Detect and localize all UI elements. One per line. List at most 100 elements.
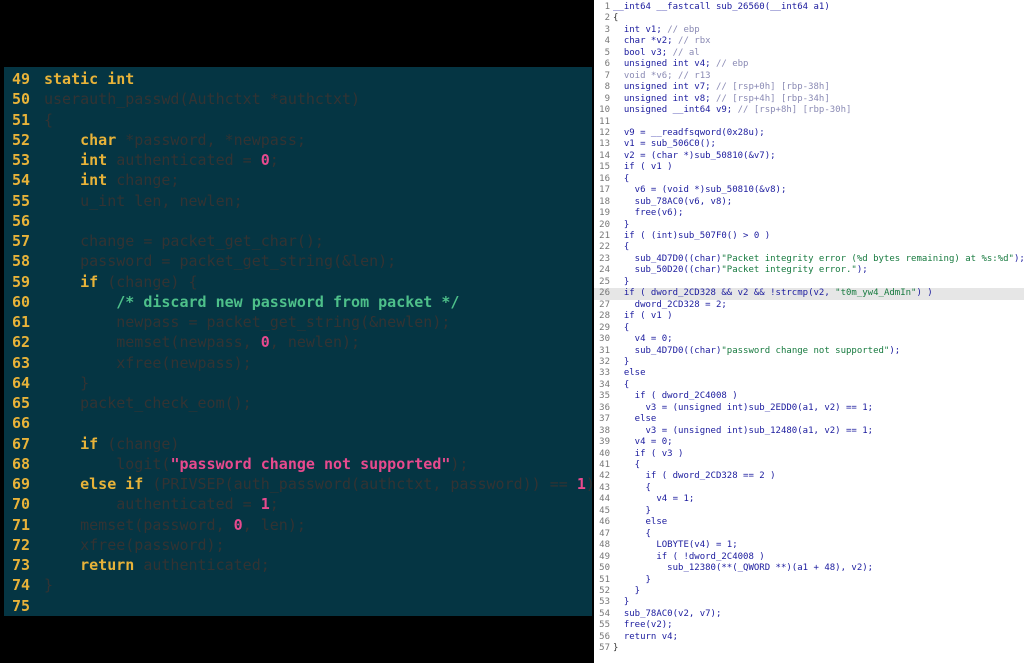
code-token: 1: [576, 475, 586, 493]
code-token: );: [889, 345, 901, 356]
code-line: 30 v4 = 0;: [594, 334, 1024, 345]
code-token: }: [613, 505, 651, 516]
code-token: // [rsp+8h] [rbp-30h]: [737, 105, 852, 116]
line-number: 21: [599, 231, 610, 241]
code-token: // ebp: [667, 24, 700, 35]
code-token: }: [613, 574, 651, 585]
code-line: 52 char *password, *newpass;: [12, 130, 306, 150]
code-line: 14 v2 = (char *)sub_50810(&v7);: [594, 151, 1024, 162]
code-token: // rbx: [678, 36, 711, 47]
line-number: 11: [599, 116, 610, 127]
code-line: 61 newpass = packet_get_string(&newlen);: [12, 312, 450, 332]
code-line: 21 if ( (int)sub_507F0() > 0 ): [594, 231, 1024, 242]
code-line: 46 else: [594, 517, 1024, 528]
line-number: 47: [599, 528, 610, 539]
line-number: 4: [604, 36, 610, 47]
code-line: 55 free(v2);: [594, 620, 1024, 631]
code-token: newpass = packet_get_string(&newlen);: [44, 313, 451, 331]
code-line: 24 sub_50D20((char)"Packet integrity err…: [594, 265, 1024, 276]
code-line: 49 if ( !dword_2C4008 ): [594, 552, 1024, 563]
line-number: 63: [12, 353, 31, 372]
line-number: 22: [599, 242, 610, 253]
code-line: 69 else if (PRIVSEP(auth_password(authct…: [12, 474, 592, 494]
code-token: {: [613, 13, 619, 24]
code-token: v6 = (void *)sub_50810(&v8);: [613, 185, 787, 196]
line-number: 56: [599, 631, 610, 642]
code-token: (change) {: [98, 272, 198, 291]
line-number: 12: [599, 127, 610, 138]
code-line: 72 xfree(password);: [12, 535, 225, 555]
code-line: 11: [594, 117, 1024, 128]
code-token: sub_12380(**(_QWORD **)(a1 + 48), v2);: [613, 563, 874, 574]
code-token: free(v6);: [613, 208, 684, 219]
code-token: (change): [98, 434, 180, 453]
line-number: 54: [12, 171, 31, 190]
code-line: 25 }: [594, 277, 1024, 288]
code-token: // ebp: [715, 59, 749, 70]
code-token: if: [80, 272, 99, 291]
code-line: 73 return authenticated;: [12, 555, 270, 575]
code-token: logit(: [44, 454, 171, 473]
code-line: 48 LOBYTE(v4) = 1;: [594, 540, 1024, 551]
code-token: sub_4D7D0((char): [613, 345, 722, 356]
code-token: v9 = __readfsqword(0x28u);: [613, 127, 765, 138]
code-line: 35 if ( dword_2C4008 ): [594, 391, 1024, 402]
code-line: 19 free(v6);: [594, 208, 1024, 219]
line-number: 62: [12, 333, 31, 352]
code-token: }: [44, 373, 90, 392]
code-token: , newlen);: [269, 333, 361, 352]
code-token: authenticated =: [107, 151, 261, 169]
code-line: 54 sub_78AC0(v2, v7);: [594, 609, 1024, 620]
source-code-panel: 49 static int 50 userauth_passwd(Authctxt *…: [4, 67, 592, 616]
code-line: 6 unsigned int v4; // ebp: [594, 59, 1024, 70]
line-number: 26: [599, 288, 610, 299]
code-line: 54 int change;: [12, 170, 179, 190]
code-token: // al: [672, 47, 700, 58]
code-token: int: [80, 151, 108, 169]
line-number: 17: [599, 185, 610, 196]
line-number: 6: [604, 59, 610, 70]
line-number: 32: [599, 356, 610, 367]
code-token: ): [586, 475, 592, 493]
line-number: 41: [599, 460, 610, 470]
code-token: "Packet integrity error.": [721, 265, 857, 276]
code-line: 60 /* discard new password from packet *…: [12, 292, 459, 312]
code-token: if ( dword_2CD328 == 2 ): [613, 471, 776, 482]
code-token: if ( dword_2CD328 && v2 && !strcmp(v2,: [613, 288, 836, 299]
code-line: 66: [12, 413, 44, 433]
code-token: change = packet_get_char();: [44, 232, 324, 250]
code-token: }: [613, 597, 630, 608]
code-line: 17 v6 = (void *)sub_50810(&v8);: [594, 185, 1024, 196]
line-number: 60: [12, 292, 31, 311]
code-token: return v4;: [613, 631, 679, 642]
code-token: (PRIVSEP(auth_password(authctxt, passwor…: [143, 475, 577, 493]
line-number: 9: [604, 93, 610, 104]
code-token: else: [613, 414, 657, 425]
line-number: 52: [599, 585, 610, 596]
line-number: 53: [599, 597, 610, 608]
code-token: unsigned int v4;: [613, 59, 716, 70]
line-number: 2: [604, 13, 610, 24]
line-number: 45: [599, 505, 610, 516]
code-token: , len);: [242, 515, 306, 534]
line-number: 43: [599, 482, 610, 493]
code-token: );: [856, 265, 868, 276]
code-line: 38 v3 = (unsigned int)sub_12480(a1, v2) …: [594, 426, 1024, 437]
line-number: 65: [12, 394, 31, 412]
code-token: unsigned int v7;: [613, 82, 716, 93]
line-number: 20: [599, 219, 610, 230]
line-number: 67: [12, 434, 31, 453]
line-number: 16: [599, 173, 610, 184]
line-number: 15: [599, 162, 610, 173]
line-number: 23: [599, 253, 610, 264]
code-line: 15 if ( v1 ): [594, 162, 1024, 173]
code-token: if ( dword_2C4008 ): [613, 391, 738, 402]
line-number: 39: [599, 437, 610, 448]
line-number: 71: [12, 515, 31, 534]
code-token: xfree(password);: [44, 535, 225, 554]
code-line: 50 userauth_passwd(Authctxt *authctxt): [12, 89, 360, 109]
line-number: 30: [599, 334, 610, 345]
line-number: 44: [599, 494, 610, 505]
code-line: 26 if ( dword_2CD328 && v2 && !strcmp(v2…: [594, 288, 1024, 300]
